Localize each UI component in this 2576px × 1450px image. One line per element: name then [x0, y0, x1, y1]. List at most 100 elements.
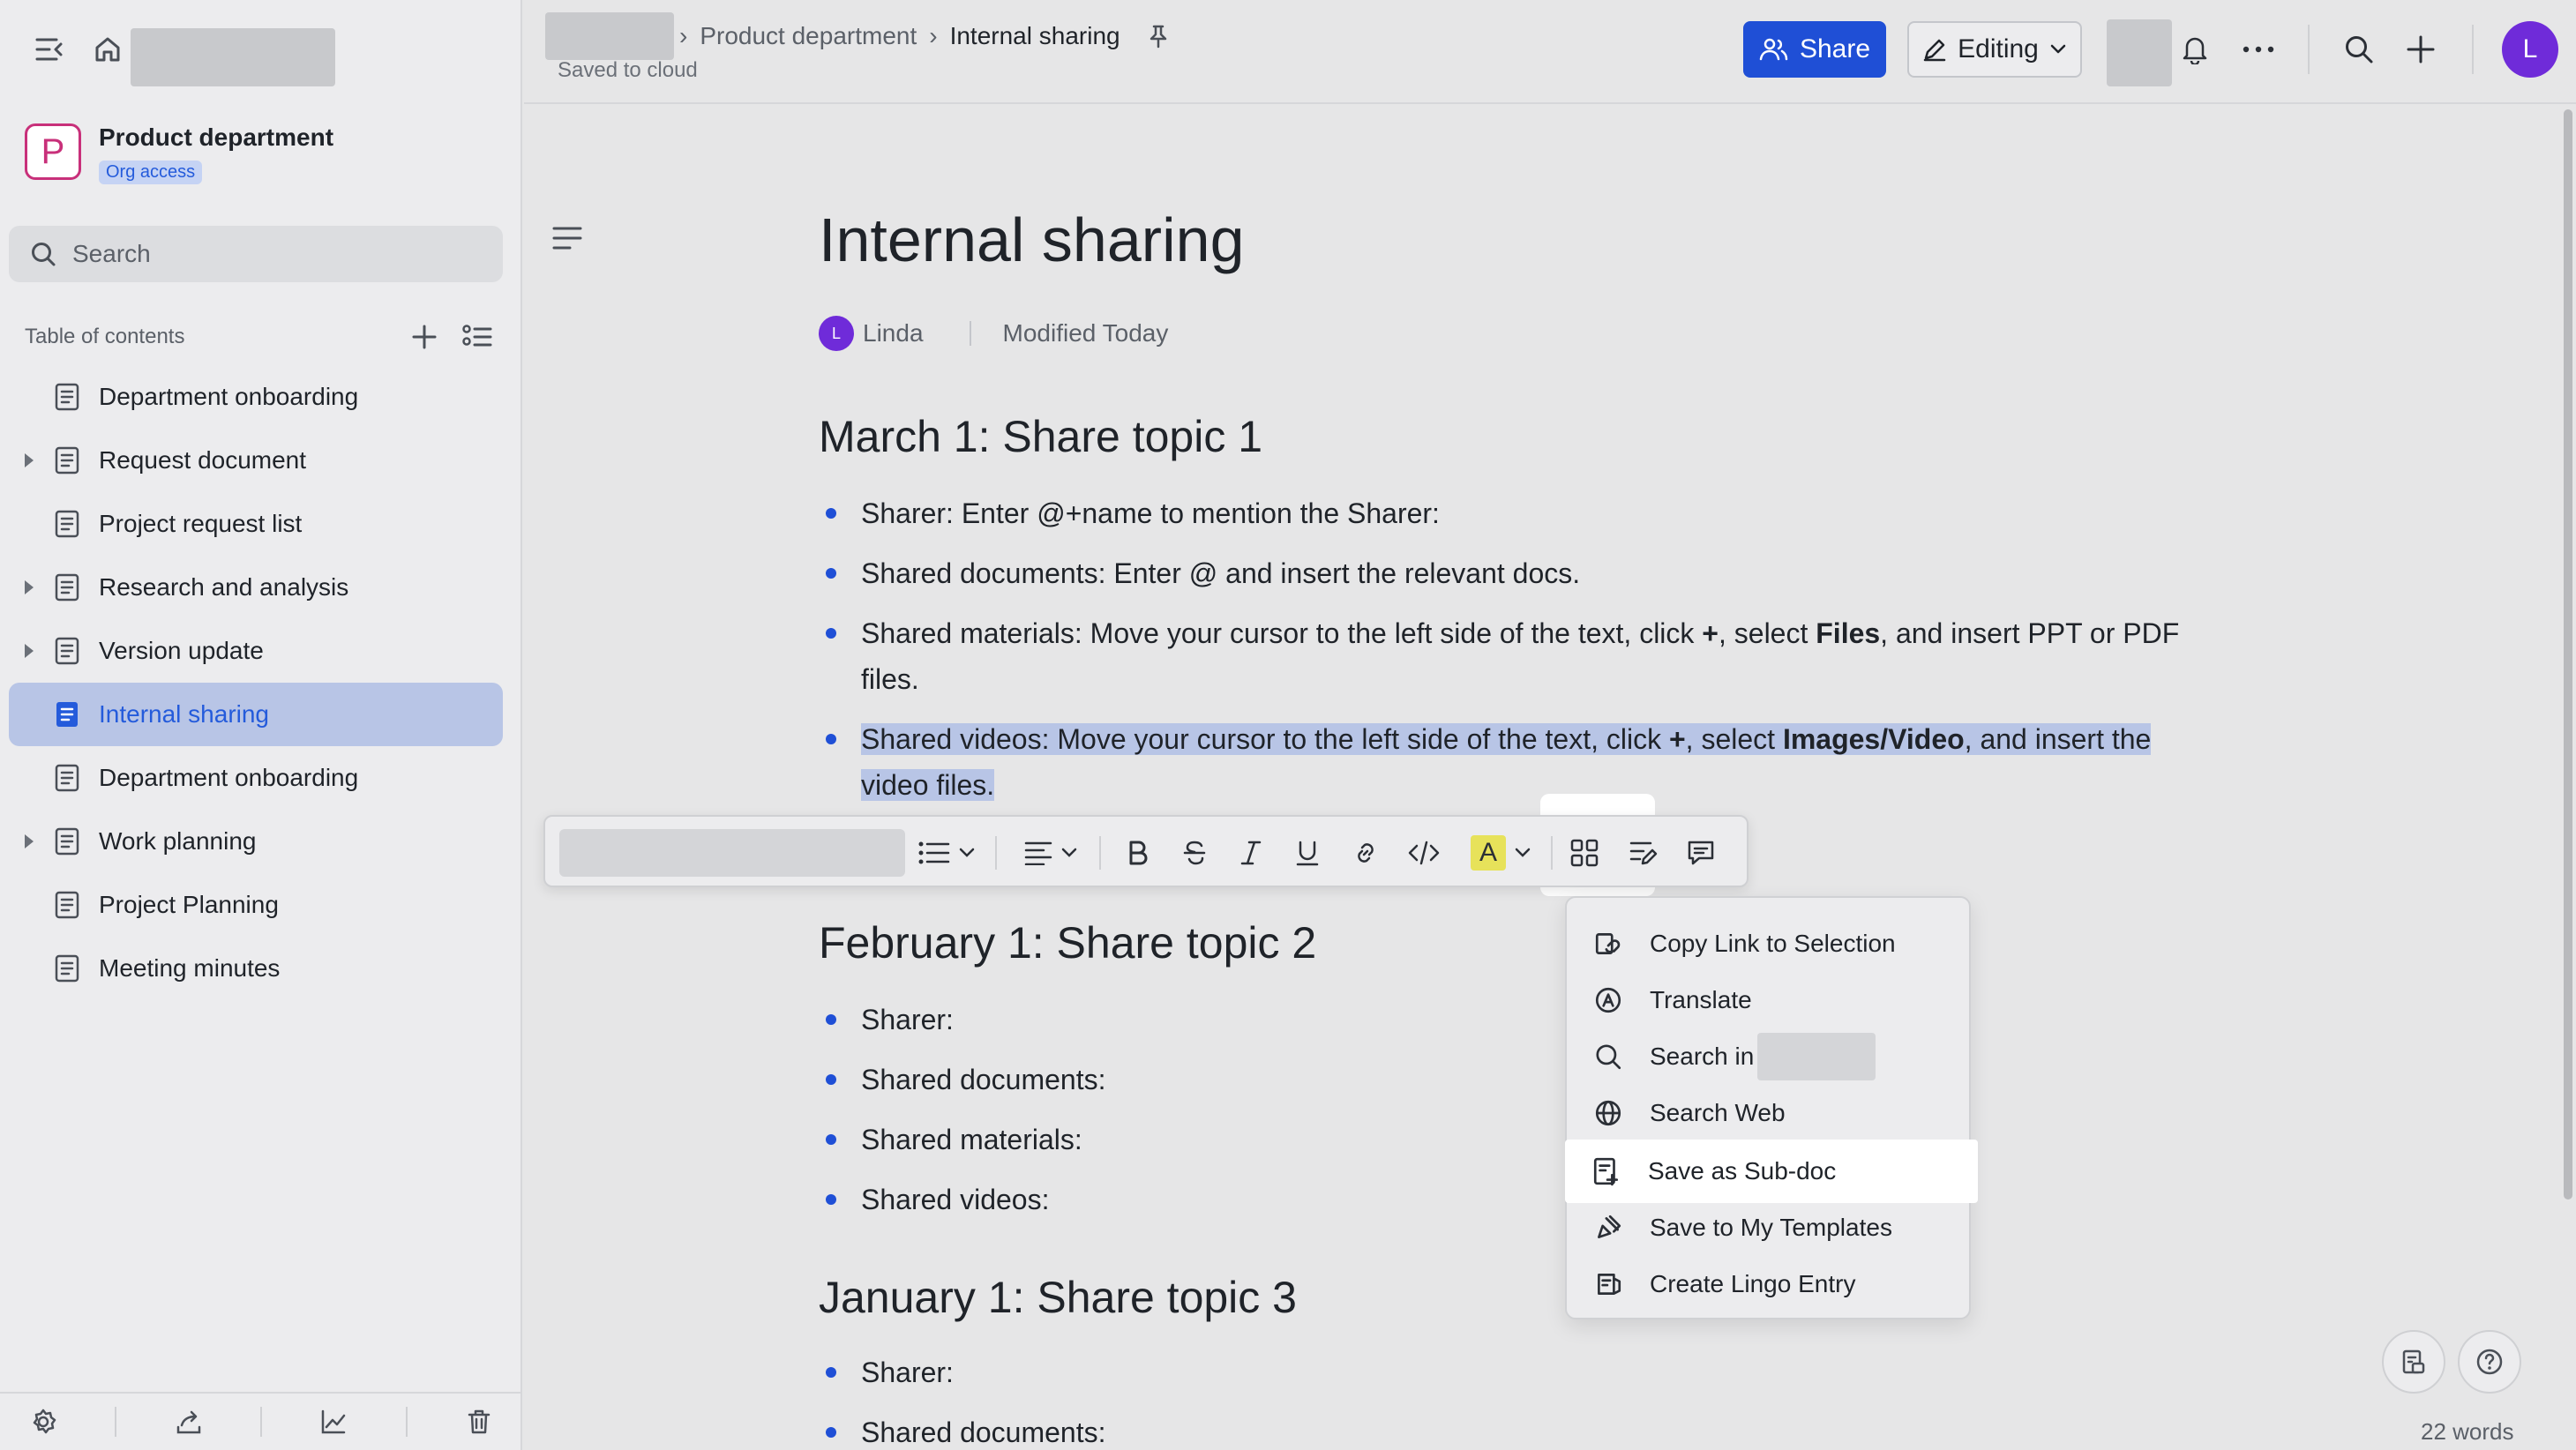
sidebar-item-department-onboarding[interactable]: Department onboarding [9, 365, 503, 429]
author-avatar[interactable]: L [819, 316, 854, 351]
toc-settings-icon[interactable] [462, 324, 492, 350]
list-item[interactable]: Sharer: Enter @+name to mention the Shar… [819, 490, 2204, 536]
analytics-icon[interactable] [319, 1408, 348, 1436]
space-card[interactable]: P Product department Org access [25, 123, 501, 194]
sidebar-item-meeting-minutes[interactable]: Meeting minutes [9, 937, 503, 1000]
menu-item-search-web[interactable]: Search Web [1567, 1085, 1969, 1141]
doc-icon [55, 827, 79, 856]
sidebar-item-version-update[interactable]: Version update [9, 619, 503, 683]
share-out-icon[interactable] [175, 1408, 203, 1436]
sidebar-item-department-onboarding[interactable]: Department onboarding [9, 746, 503, 810]
sidebar-item-project-request-list[interactable]: Project request list [9, 492, 503, 556]
list-item[interactable]: Shared documents: [819, 1057, 2204, 1102]
sidebar-footer [0, 1392, 522, 1450]
add-page-icon[interactable] [411, 324, 438, 350]
home-icon[interactable] [90, 32, 125, 67]
expand-caret-icon[interactable] [25, 453, 34, 467]
chevron-down-icon [2050, 44, 2066, 54]
text-style-placeholder[interactable] [559, 829, 905, 877]
list-item[interactable]: Shared documents: [819, 1409, 2204, 1450]
breadcrumb-current[interactable]: Internal sharing [950, 22, 1120, 50]
doc-meta: L Linda Modified Today [819, 314, 1168, 353]
sidebar-item-project-planning[interactable]: Project Planning [9, 873, 503, 937]
menu-item-save-as-sub-doc[interactable]: Save as Sub-doc [1565, 1140, 1978, 1203]
section-heading[interactable]: January 1: Share topic 3 [819, 1272, 1297, 1323]
section-heading[interactable]: March 1: Share topic 1 [819, 411, 1262, 462]
outline-toggle-icon[interactable] [552, 226, 582, 255]
menu-item-create-lingo-entry[interactable]: Create Lingo Entry [1567, 1256, 1969, 1312]
expand-caret-icon[interactable] [25, 644, 34, 658]
underline-button[interactable] [1284, 829, 1330, 877]
header-search-icon[interactable] [2341, 32, 2377, 67]
expand-caret-icon[interactable] [25, 834, 34, 848]
doc-title[interactable]: Internal sharing [819, 205, 1245, 275]
help-icon [2476, 1349, 2503, 1375]
list-item[interactable]: Shared materials: [819, 1117, 2204, 1162]
sidebar-item-label: Project request list [99, 510, 303, 537]
strikethrough-button[interactable] [1172, 829, 1217, 877]
sidebar-item-label: Meeting minutes [99, 954, 281, 982]
ai-rewrite-button[interactable] [1620, 829, 1669, 877]
author-name[interactable]: Linda [863, 319, 924, 348]
italic-button[interactable] [1228, 829, 1274, 877]
users-icon [1759, 38, 1788, 61]
document-scrollbar[interactable] [2564, 109, 2572, 1200]
template-icon [1598, 1215, 1621, 1238]
share-label: Share [1799, 34, 1871, 64]
breadcrumb-root-placeholder[interactable] [545, 12, 674, 60]
translate-icon [1595, 987, 1621, 1013]
menu-item-search-in[interactable]: Search in [1567, 1028, 1969, 1085]
settings-icon[interactable] [29, 1408, 57, 1436]
bullet-list-icon [918, 841, 950, 864]
collapse-sidebar-icon[interactable] [32, 32, 67, 67]
more-tools-button[interactable] [1560, 829, 1609, 877]
create-new-icon[interactable] [2403, 32, 2438, 67]
share-button[interactable]: Share [1743, 21, 1886, 78]
sidebar-item-label: Internal sharing [99, 700, 270, 728]
list-item-selected[interactable]: Shared videos: Move your cursor to the l… [819, 716, 2204, 808]
pin-icon[interactable] [1147, 24, 1170, 49]
space-avatar: P [25, 123, 81, 180]
trash-icon[interactable] [465, 1408, 493, 1436]
list-style-button[interactable] [907, 829, 986, 877]
list-item[interactable]: Sharer: [819, 1349, 2204, 1395]
list-item[interactable]: Shared documents: Enter @ and insert the… [819, 550, 2204, 596]
sidebar-item-internal-sharing[interactable]: Internal sharing [9, 683, 503, 746]
comment-button[interactable] [1676, 829, 1726, 877]
highlight-color-button[interactable]: A [1461, 829, 1540, 877]
sidebar-item-label: Project Planning [99, 891, 279, 918]
more-options-icon[interactable] [2239, 32, 2278, 67]
sidebar-item-request-document[interactable]: Request document [9, 429, 503, 492]
bold-button[interactable] [1115, 829, 1161, 877]
doc-info-button[interactable] [2382, 1330, 2445, 1394]
bold-icon [1129, 841, 1148, 865]
list-item[interactable]: Shared videos: [819, 1177, 2204, 1222]
collaborator-avatar-placeholder[interactable] [2107, 19, 2172, 86]
expand-caret-icon[interactable] [25, 580, 34, 594]
list-item[interactable]: Sharer: [819, 997, 2204, 1043]
menu-item-label: Copy Link to Selection [1650, 930, 1896, 957]
toc-title: Table of contents [25, 325, 185, 348]
user-avatar[interactable]: L [2502, 21, 2558, 78]
bell-icon[interactable] [2177, 32, 2213, 67]
sidebar-item-work-planning[interactable]: Work planning [9, 810, 503, 873]
link-button[interactable] [1343, 829, 1389, 877]
menu-item-translate[interactable]: Translate [1567, 972, 1969, 1028]
menu-item-label: Search in [1650, 1043, 1755, 1070]
list-item[interactable]: Shared materials: Move your cursor to th… [819, 610, 2204, 702]
menu-item-copy-link-to-selection[interactable]: Copy Link to Selection [1567, 916, 1969, 972]
section-heading[interactable]: February 1: Share topic 2 [819, 917, 1316, 968]
chevron-right-icon: › [679, 22, 688, 49]
editing-mode-button[interactable]: Editing [1907, 21, 2082, 78]
code-button[interactable] [1399, 829, 1449, 877]
breadcrumb-parent[interactable]: Product department [700, 22, 917, 50]
align-button[interactable] [1011, 829, 1090, 877]
toc-header: Table of contents [25, 319, 492, 355]
sidebar-item-label: Research and analysis [99, 573, 349, 601]
sidebar-item-research-and-analysis[interactable]: Research and analysis [9, 556, 503, 619]
menu-item-save-to-my-templates[interactable]: Save to My Templates [1567, 1200, 1969, 1256]
rewrite-icon [1629, 841, 1658, 865]
search-icon [32, 243, 56, 266]
sidebar-search-input[interactable]: Search [9, 226, 503, 282]
help-button[interactable] [2458, 1330, 2521, 1394]
